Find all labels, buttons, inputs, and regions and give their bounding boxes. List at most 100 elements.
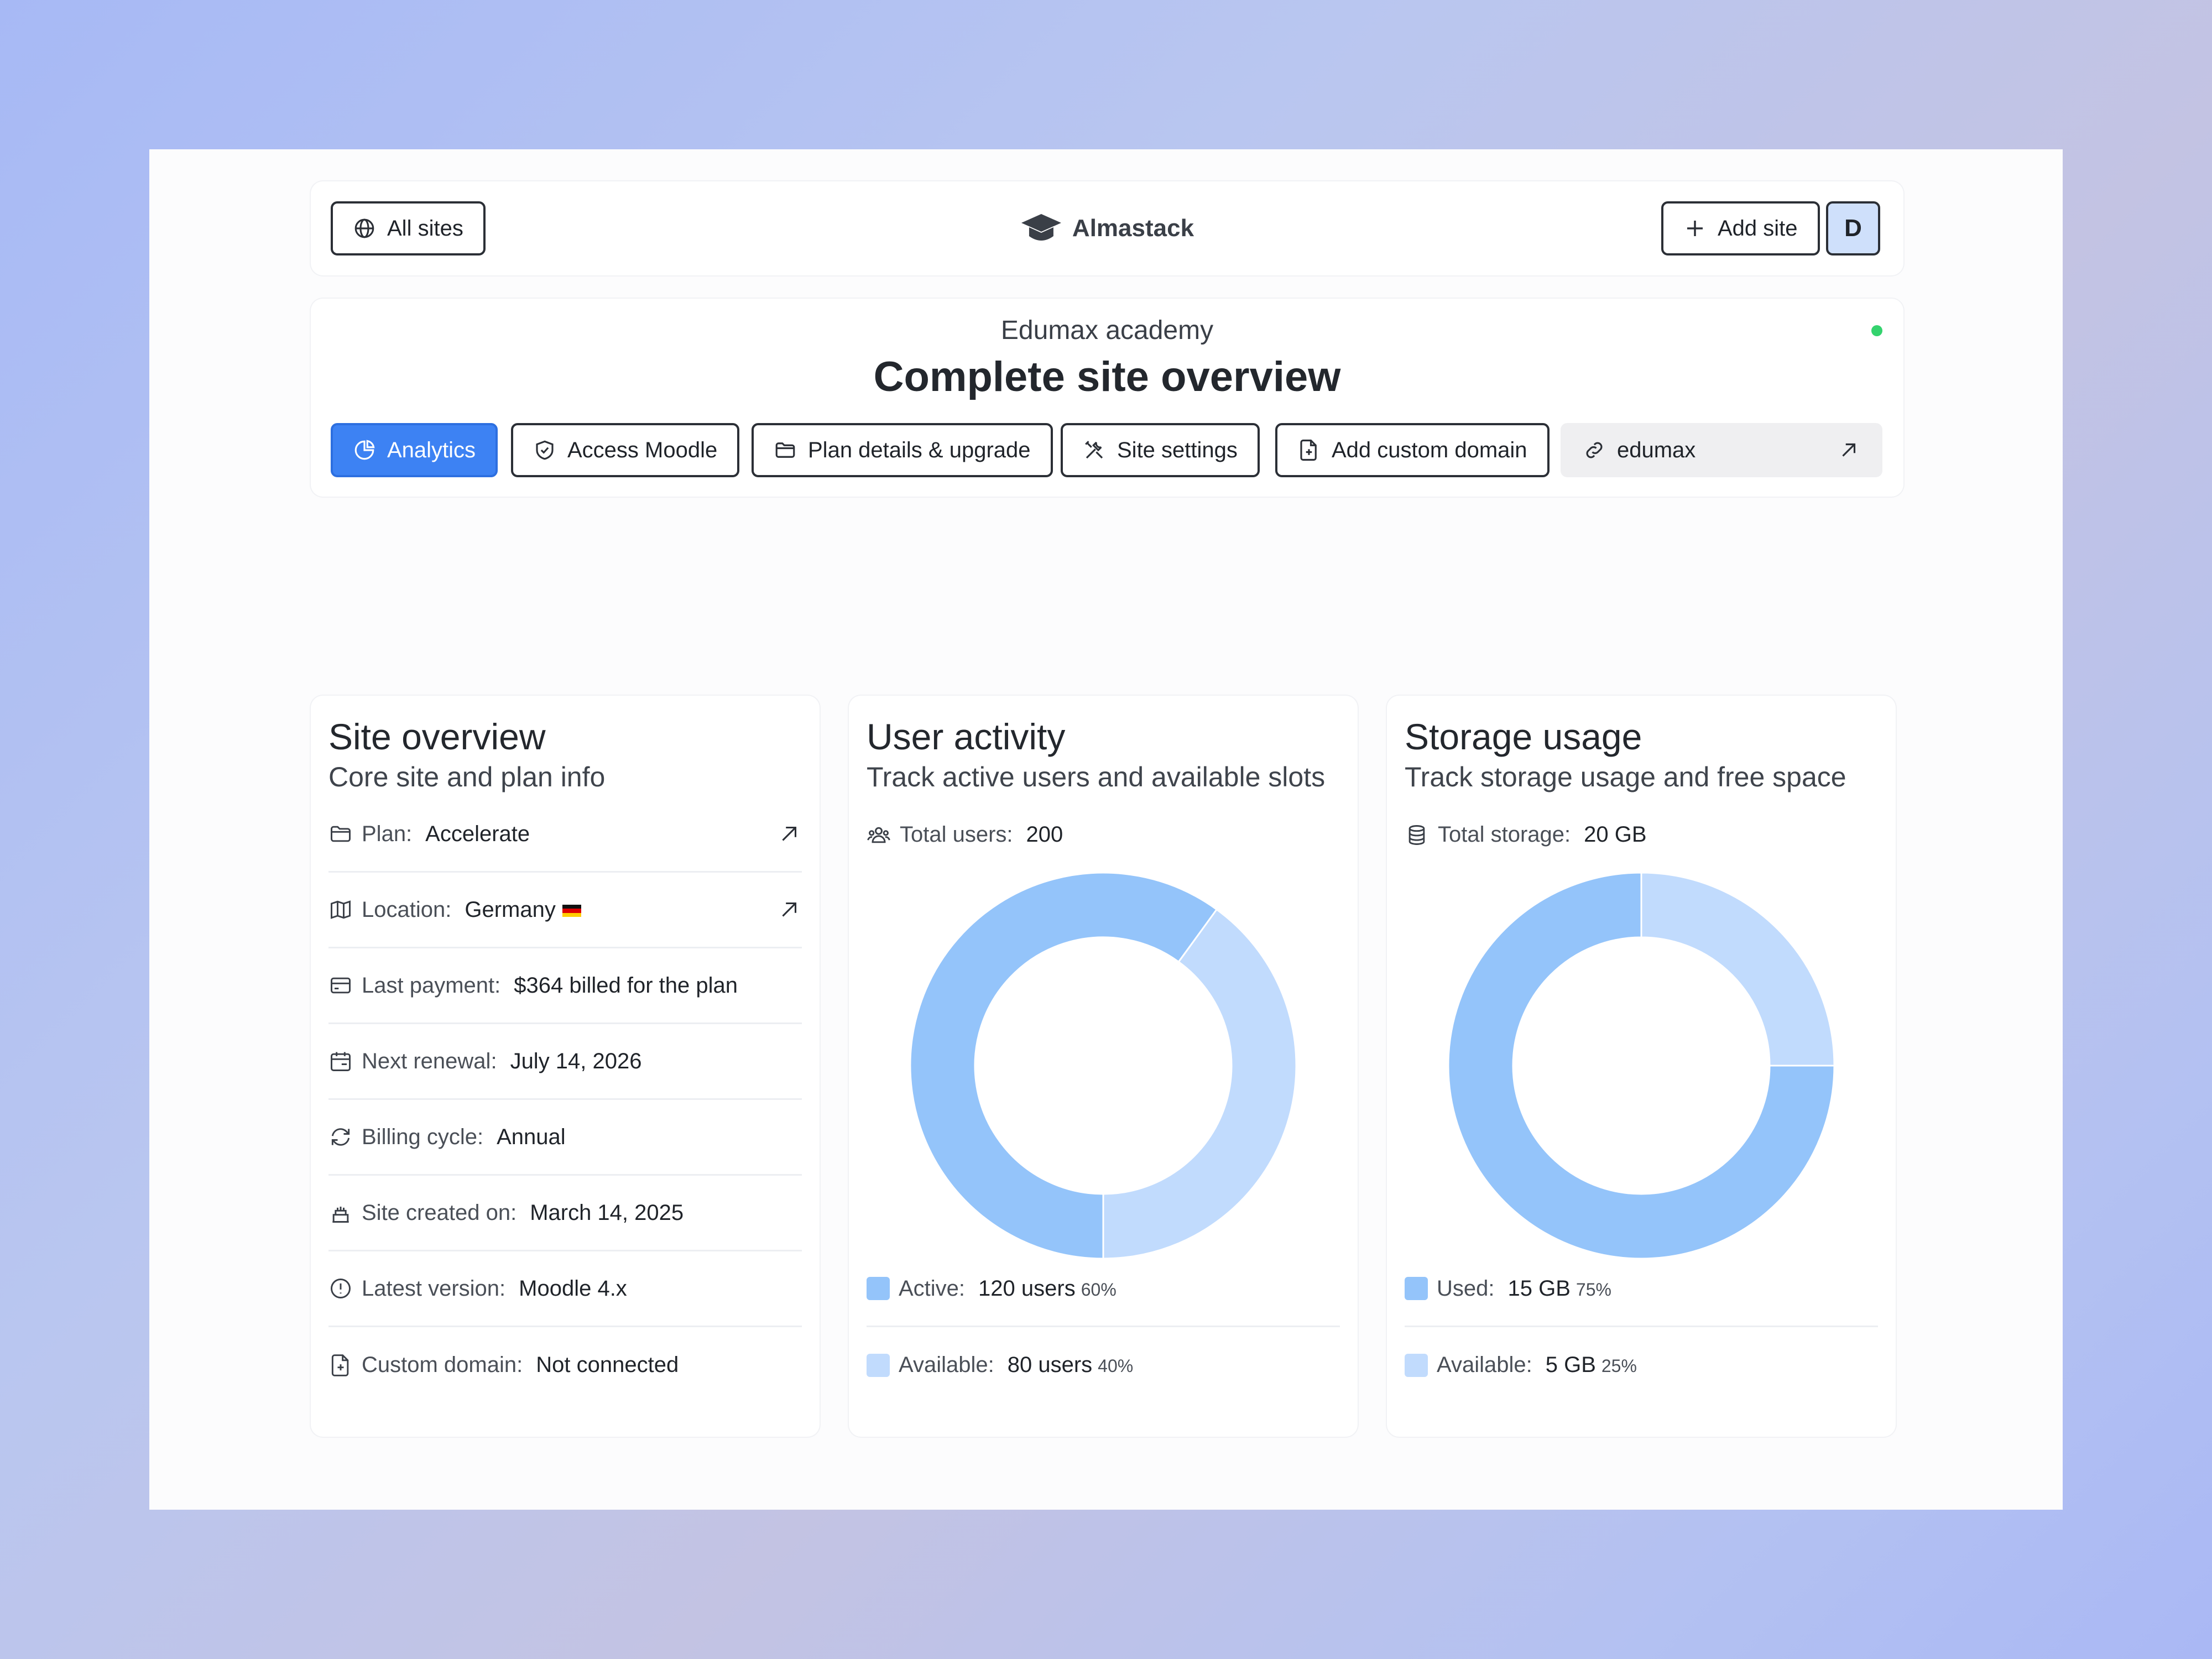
row-label: Used:: [1437, 1276, 1495, 1301]
page-content: All sites Almastack Add site D Edumax ac…: [311, 181, 1903, 1437]
germany-flag-icon: [562, 904, 581, 917]
legend-value: 80 users: [1007, 1353, 1093, 1377]
legend-swatch: [867, 1277, 890, 1300]
info-row-last-payment: Last payment: $364 billed for the plan: [328, 948, 802, 1024]
external-arrow-icon: [1842, 443, 1856, 457]
brand-name: Almastack: [1072, 215, 1194, 242]
legend-value: 120 users: [978, 1276, 1076, 1301]
tab-label: Site settings: [1117, 437, 1238, 462]
external-arrow-icon[interactable]: [776, 821, 802, 847]
tab-plan-details[interactable]: Plan details & upgrade: [752, 423, 1053, 477]
file-plus-icon: [1300, 439, 1317, 461]
tab-add-custom-domain[interactable]: Add custom domain: [1275, 423, 1550, 477]
site-overview-card: Site overview Core site and plan info Pl…: [311, 696, 820, 1437]
cake-icon: [332, 1207, 349, 1223]
legend-percent: 40%: [1098, 1356, 1134, 1376]
plus-icon: [1687, 221, 1703, 236]
legend-value: 5 GB: [1545, 1353, 1596, 1377]
folder-icon: [775, 442, 795, 458]
tab-label: Plan details & upgrade: [808, 437, 1031, 462]
site-link-button[interactable]: edumax: [1561, 423, 1882, 477]
row-value: 15 GB 75%: [1508, 1276, 1611, 1301]
row-value: Moodle 4.x: [519, 1276, 627, 1301]
row-value: Germany: [465, 898, 581, 922]
row-label: Last payment:: [362, 973, 501, 998]
folder-icon: [331, 826, 351, 842]
stat-cards: Site overview Core site and plan info Pl…: [311, 696, 1903, 1437]
all-sites-button[interactable]: All sites: [331, 201, 486, 255]
row-label: Site created on:: [362, 1200, 517, 1225]
row-label: Next renewal:: [362, 1048, 497, 1073]
brand-logo[interactable]: Almastack: [1020, 181, 1194, 275]
legend-swatch: [1405, 1277, 1428, 1300]
row-value: 200: [1026, 822, 1063, 847]
donut-slice-available: [1640, 872, 1835, 1067]
users-icon: [867, 827, 890, 843]
legend-row-active: Active: 120 users 60%: [867, 1251, 1340, 1327]
row-label: Custom domain:: [362, 1353, 523, 1377]
tab-analytics[interactable]: Analytics: [331, 423, 498, 477]
map-icon: [331, 900, 351, 919]
legend-percent: 60%: [1081, 1279, 1117, 1300]
card-title: Storage usage: [1405, 716, 1642, 757]
row-label: Total users:: [900, 822, 1013, 847]
graduation-cap-icon: [1021, 214, 1061, 241]
info-row-location: Location: Germany: [328, 873, 802, 948]
legend-row-available: Available: 80 users 40%: [867, 1327, 1340, 1403]
row-label: Available:: [899, 1353, 994, 1377]
row-label: Plan:: [362, 821, 413, 846]
legend-value: 15 GB: [1507, 1276, 1571, 1301]
card-title: User activity: [867, 716, 1066, 757]
add-site-label: Add site: [1718, 216, 1798, 241]
external-arrow-icon[interactable]: [776, 897, 802, 922]
row-value: March 14, 2025: [530, 1200, 684, 1225]
legend-swatch: [1405, 1353, 1428, 1377]
app-window: All sites Almastack Add site D Edumax ac…: [149, 149, 2063, 1510]
shield-check-icon: [536, 440, 554, 460]
calendar-icon: [331, 1052, 351, 1071]
refresh-icon: [331, 1128, 350, 1146]
row-label: Latest version:: [362, 1276, 506, 1301]
status-indicator: [1871, 325, 1882, 336]
site-link-label: edumax: [1617, 437, 1696, 462]
add-site-button[interactable]: Add site: [1661, 201, 1820, 255]
row-value: $364 billed for the plan: [514, 973, 738, 998]
row-value: 20 GB: [1584, 822, 1647, 847]
info-row-plan: Plan: Accelerate: [328, 797, 802, 873]
card-subtitle: Core site and plan info: [328, 761, 606, 792]
row-value: Annual: [497, 1124, 566, 1149]
legend-percent: 75%: [1575, 1279, 1611, 1300]
legend-row-used: Used: 15 GB 75%: [1405, 1251, 1878, 1327]
tools-icon: [1085, 441, 1103, 459]
row-label: Total storage:: [1438, 822, 1571, 847]
row-label: Billing cycle:: [362, 1124, 484, 1149]
row-value: 120 users 60%: [978, 1276, 1117, 1301]
tab-label: Access Moodle: [567, 437, 718, 462]
pie-chart-icon: [354, 440, 375, 460]
user-activity-card: User activity Track active users and ava…: [849, 696, 1358, 1437]
card-subtitle: Track storage usage and free space: [1405, 761, 1846, 792]
globe-icon: [354, 218, 374, 238]
total-users-row: Total users: 200: [867, 797, 1340, 873]
tab-site-settings[interactable]: Site settings: [1061, 423, 1260, 477]
credit-card-icon: [331, 977, 351, 994]
legend-percent: 25%: [1601, 1356, 1637, 1376]
storage-usage-donut-chart: [1447, 872, 1835, 1260]
info-row-site-created: Site created on: March 14, 2025: [328, 1176, 802, 1251]
row-value: Not connected: [536, 1353, 679, 1377]
info-row-next-renewal: Next renewal: July 14, 2026: [328, 1024, 802, 1100]
row-value: 80 users 40%: [1008, 1353, 1133, 1378]
database-icon: [1408, 825, 1425, 845]
storage-usage-card: Storage usage Track storage usage and fr…: [1387, 696, 1896, 1437]
page-title: Complete site overview: [873, 353, 1341, 400]
card-title: Site overview: [328, 716, 546, 757]
info-row-latest-version: Latest version: Moodle 4.x: [328, 1251, 802, 1327]
donut-slice-available: [1102, 908, 1297, 1260]
row-label: Available:: [1437, 1353, 1532, 1377]
avatar[interactable]: D: [1826, 201, 1880, 255]
info-row-billing-cycle: Billing cycle: Annual: [328, 1100, 802, 1176]
link-icon: [1586, 442, 1603, 458]
legend-swatch: [867, 1353, 890, 1377]
tab-access-moodle[interactable]: Access Moodle: [511, 423, 740, 477]
total-storage-row: Total storage: 20 GB: [1405, 797, 1878, 873]
